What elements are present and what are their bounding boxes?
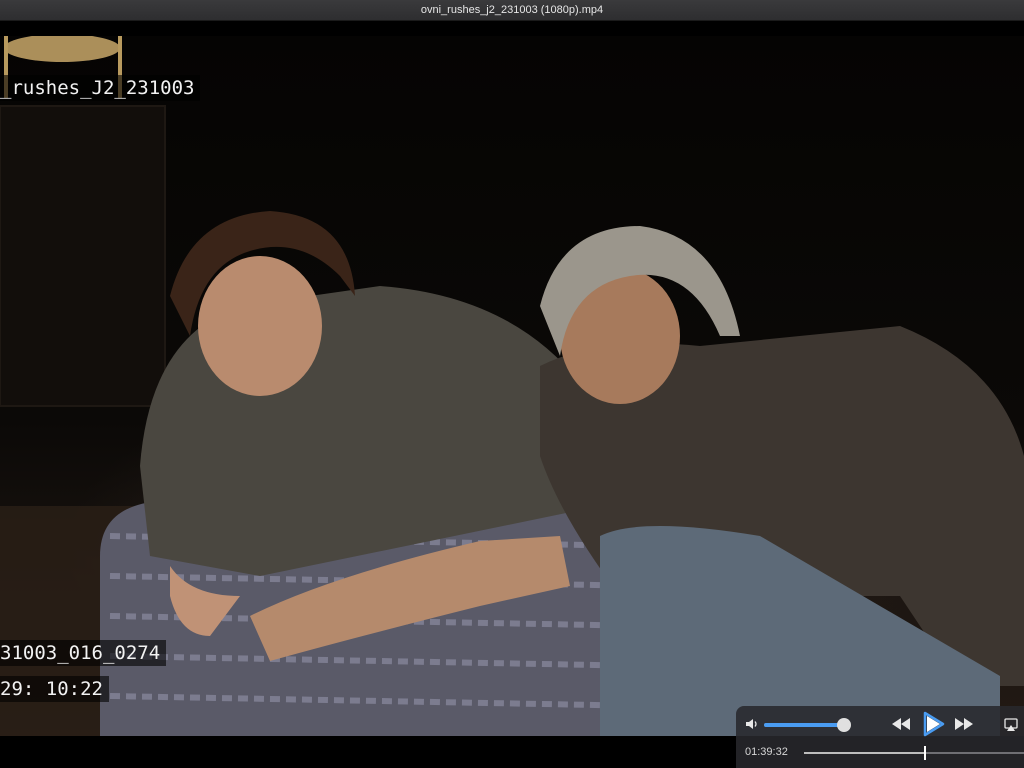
airplay-icon[interactable] — [1002, 715, 1020, 733]
dark-cabinet — [0, 105, 166, 407]
play-icon[interactable] — [920, 710, 946, 738]
scrubber-playhead[interactable] — [923, 746, 926, 760]
volume-knob[interactable] — [836, 718, 851, 732]
volume-fill — [764, 723, 844, 727]
window-title: ovni_rushes_j2_231003 (1080p).mp4 — [0, 0, 1024, 21]
woman-face — [198, 256, 322, 396]
lamp-shade — [4, 36, 120, 62]
clip-id-overlay: 31003_016_0274 — [0, 640, 167, 666]
fast-forward-icon[interactable] — [953, 715, 975, 733]
video-frame[interactable]: _rushes_J2_231003 31003_016_0274 29: 10:… — [0, 36, 1024, 736]
timecode-overlay: 29: 10:22 — [0, 676, 109, 702]
playback-controls: 01:39:32 — [736, 706, 1024, 768]
volume-slider[interactable] — [764, 718, 851, 732]
speaker-icon[interactable] — [744, 716, 760, 732]
reel-name-overlay: _rushes_J2_231003 — [0, 75, 201, 101]
scrubber-bar[interactable] — [804, 746, 1024, 760]
elapsed-time: 01:39:32 — [745, 746, 788, 758]
video-scene — [0, 36, 1024, 736]
scrubber-progress — [804, 752, 925, 754]
rewind-icon[interactable] — [890, 715, 912, 733]
